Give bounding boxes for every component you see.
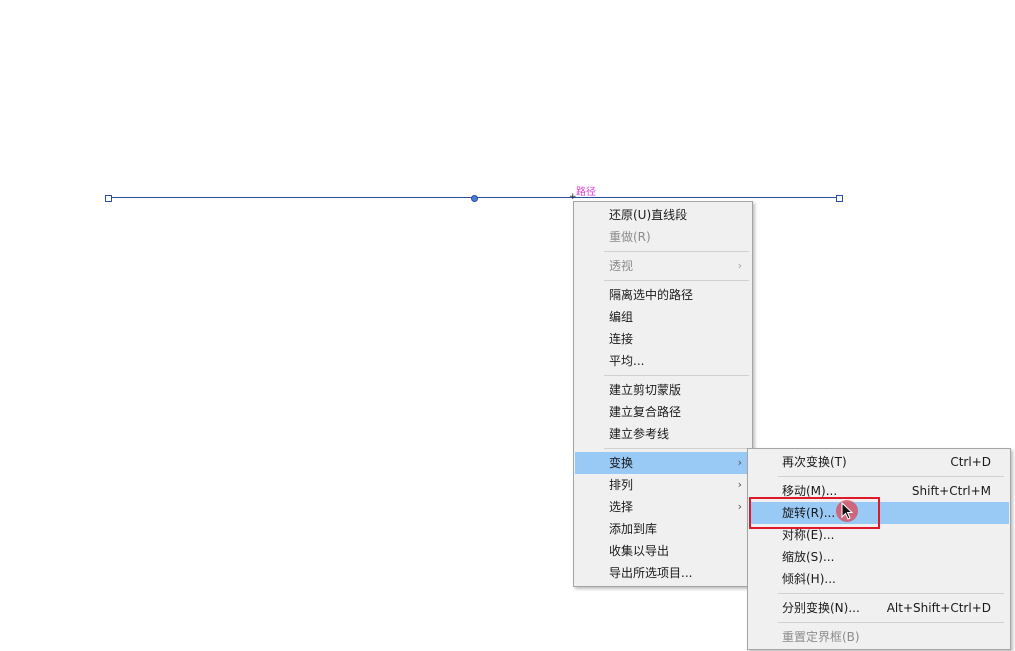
menu-item-make-compound-path[interactable]: 建立复合路径 <box>575 401 751 423</box>
menu-item-label: 导出所选项目... <box>609 566 693 580</box>
menu-item-label: 建立复合路径 <box>609 405 682 419</box>
anchor-point-right[interactable] <box>836 195 843 202</box>
menu-item-isolate-selected-path[interactable]: 隔离选中的路径 <box>575 284 751 306</box>
menu-item-transform[interactable]: 变换 › <box>575 452 751 474</box>
menu-item-label: 建立剪切蒙版 <box>609 383 682 397</box>
menu-item-export-selection[interactable]: 导出所选项目... <box>575 562 751 584</box>
highlight-annotation-box <box>749 497 880 529</box>
chevron-right-icon: › <box>737 456 742 469</box>
shortcut-text: Ctrl+D <box>950 455 991 469</box>
menu-item-undo-line-segment[interactable]: 还原(U)直线段 <box>575 204 751 226</box>
menu-item-label: 连接 <box>609 332 634 346</box>
submenu-item-transform-each[interactable]: 分别变换(N)... Alt+Shift+Ctrl+D <box>749 597 1009 619</box>
menu-item-arrange[interactable]: 排列 › <box>575 474 751 496</box>
menu-item-label: 建立参考线 <box>609 427 670 441</box>
menu-item-group[interactable]: 编组 <box>575 306 751 328</box>
menu-separator <box>778 593 1004 594</box>
submenu-item-label: 移动(M)... <box>782 484 838 498</box>
submenu-item-label: 再次变换(T) <box>782 455 847 469</box>
menu-item-perspective[interactable]: 透视 › <box>575 255 751 277</box>
menu-item-label: 还原(U)直线段 <box>609 208 688 222</box>
submenu-item-transform-again[interactable]: 再次变换(T) Ctrl+D <box>749 451 1009 473</box>
menu-item-make-guides[interactable]: 建立参考线 <box>575 423 751 445</box>
submenu-item-label: 分别变换(N)... <box>782 601 860 615</box>
anchor-point-left[interactable] <box>105 195 112 202</box>
context-menu: 还原(U)直线段 重做(R) 透视 › 隔离选中的路径 编组 连接 平均... 建… <box>573 201 753 587</box>
submenu-item-shear[interactable]: 倾斜(H)... <box>749 568 1009 590</box>
menu-item-label: 变换 <box>609 456 634 470</box>
menu-item-label: 编组 <box>609 310 634 324</box>
menu-separator <box>604 448 749 449</box>
smart-guide-path-label: 路径 <box>576 187 596 198</box>
menu-separator <box>604 251 749 252</box>
menu-item-add-to-library[interactable]: 添加到库 <box>575 518 751 540</box>
menu-item-label: 隔离选中的路径 <box>609 288 694 302</box>
menu-item-label: 选择 <box>609 500 634 514</box>
path-center-point <box>471 195 478 202</box>
menu-separator <box>604 375 749 376</box>
shortcut-text: Shift+Ctrl+M <box>911 484 991 498</box>
menu-item-redo[interactable]: 重做(R) <box>575 226 751 248</box>
mouse-pointer-icon <box>841 502 853 520</box>
transform-submenu: 再次变换(T) Ctrl+D 移动(M)... Shift+Ctrl+M 旋转(R)… <box>747 448 1011 650</box>
submenu-item-reset-bounding-box[interactable]: 重置定界框(B) <box>749 626 1009 648</box>
submenu-item-label: 缩放(S)... <box>782 550 835 564</box>
menu-item-join[interactable]: 连接 <box>575 328 751 350</box>
menu-separator <box>778 476 1004 477</box>
menu-item-label: 排列 <box>609 478 634 492</box>
menu-separator <box>778 622 1004 623</box>
submenu-item-scale[interactable]: 缩放(S)... <box>749 546 1009 568</box>
menu-item-label: 添加到库 <box>609 522 658 536</box>
chevron-right-icon: › <box>737 478 742 491</box>
menu-item-label: 透视 <box>609 259 634 273</box>
menu-item-select[interactable]: 选择 › <box>575 496 751 518</box>
menu-item-label: 收集以导出 <box>609 544 670 558</box>
chevron-right-icon: › <box>737 259 742 272</box>
artboard-canvas[interactable]: + 路径 还原(U)直线段 重做(R) 透视 › 隔离选中的路径 编组 连接 平均… <box>0 0 1015 651</box>
submenu-item-label: 重置定界框(B) <box>782 630 860 644</box>
submenu-item-label: 对称(E)... <box>782 528 835 542</box>
menu-item-label: 重做(R) <box>609 230 651 244</box>
menu-item-make-clipping-mask[interactable]: 建立剪切蒙版 <box>575 379 751 401</box>
menu-item-label: 平均... <box>609 354 645 368</box>
submenu-item-label: 倾斜(H)... <box>782 572 836 586</box>
menu-item-average[interactable]: 平均... <box>575 350 751 372</box>
menu-item-collect-for-export[interactable]: 收集以导出 <box>575 540 751 562</box>
shortcut-text: Alt+Shift+Ctrl+D <box>886 601 991 615</box>
chevron-right-icon: › <box>737 500 742 513</box>
menu-separator <box>604 280 749 281</box>
